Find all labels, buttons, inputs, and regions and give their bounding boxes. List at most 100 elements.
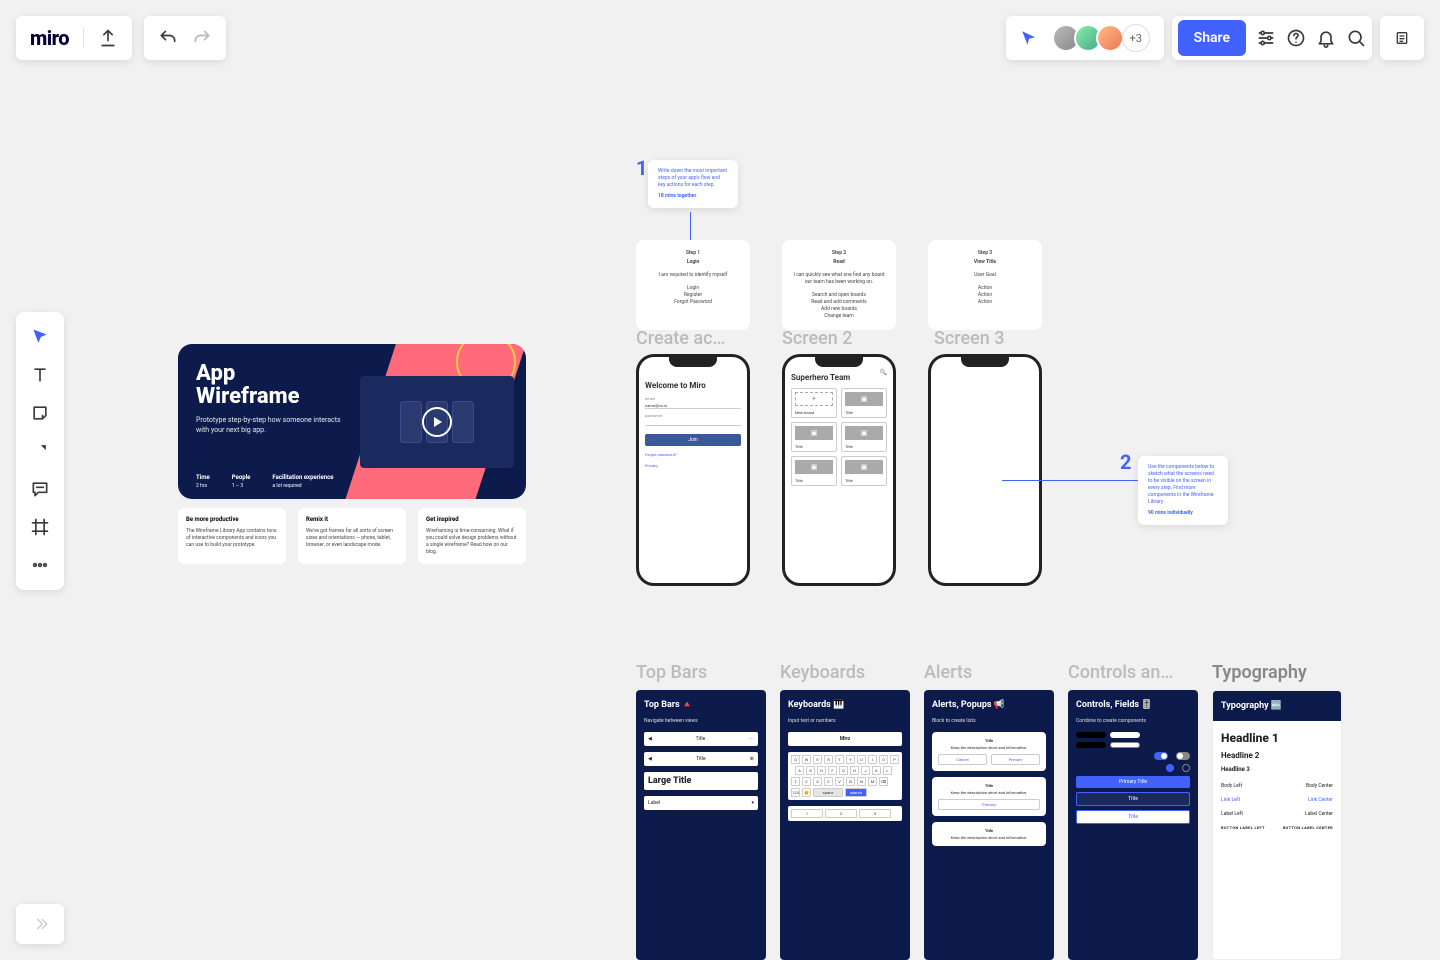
divider (83, 27, 84, 49)
intro-card[interactable]: Be more productiveThe Wireframe Library … (178, 508, 286, 564)
frame-label[interactable]: Create ac… (636, 328, 746, 349)
lib-topbars[interactable]: Top Bars 🔺 Navigate between views ◀Title… (636, 690, 766, 960)
collab-pill: +3 (1006, 16, 1164, 60)
frame-label[interactable]: Typography (1212, 662, 1307, 683)
history-pill (144, 16, 226, 60)
tile-item[interactable]: ▣Title (791, 422, 837, 452)
tile-item[interactable]: ▣Title (841, 422, 887, 452)
screen-title: Superhero Team (791, 373, 887, 382)
play-icon (422, 407, 452, 437)
connector-line (1002, 480, 1138, 481)
callout-text: Use the components below to sketch what … (1148, 464, 1218, 506)
hero-video[interactable] (360, 376, 514, 468)
callout-text: Write down the most important steps of y… (658, 168, 728, 189)
tool-more[interactable] (20, 546, 60, 584)
facepile[interactable]: +3 (1058, 24, 1150, 52)
search-icon[interactable] (1346, 28, 1366, 48)
tool-arrow[interactable] (20, 432, 60, 470)
help-icon[interactable] (1286, 28, 1306, 48)
phone-notch (669, 357, 717, 367)
step-cards: Step 1 Login I am required to identify m… (636, 240, 1042, 330)
frame-label[interactable]: Alerts (924, 662, 972, 683)
callout-number: 1 (636, 156, 647, 180)
screen-title: Welcome to Miro (645, 381, 741, 390)
redo-icon[interactable] (192, 28, 212, 48)
notes-button[interactable] (1380, 16, 1424, 60)
tile-item[interactable]: ▣Title (841, 388, 887, 418)
undo-icon[interactable] (158, 28, 178, 48)
wf-numpad[interactable]: 123 (788, 806, 902, 821)
email-field[interactable]: name@co.io (645, 401, 741, 409)
phone-frame-empty[interactable] (928, 354, 1042, 586)
wf-alert[interactable]: Title Keep the description short and inf… (932, 777, 1046, 816)
phone-frames: Welcome to Miro email name@co.io passwor… (636, 354, 1042, 586)
tile-item[interactable]: ▣Title (841, 456, 887, 486)
join-button[interactable]: Join (645, 434, 741, 446)
frame-label[interactable]: Top Bars (636, 662, 707, 683)
wf-button[interactable]: Title (1076, 810, 1190, 824)
frame-label[interactable]: Screen 2 (782, 328, 853, 349)
privacy-link[interactable]: Privacy (645, 463, 741, 468)
frame-label[interactable]: Keyboards (780, 662, 865, 683)
tile-item[interactable]: ▣Title (791, 456, 837, 486)
hero-subtitle: Prototype step-by-step how someone inter… (196, 416, 346, 436)
lib-alerts[interactable]: Alerts, Popups 📢 Block to create lists T… (924, 690, 1054, 960)
step-card[interactable]: Step 3 View Title User Goal Action Actio… (928, 240, 1042, 330)
forgot-link[interactable]: Forgot password? (645, 452, 741, 457)
intro-card[interactable]: Remix itWe've got frames for all sorts o… (298, 508, 406, 564)
frame-label[interactable]: Screen 3 (934, 328, 1005, 349)
notes-icon (1394, 28, 1410, 48)
export-icon[interactable] (98, 28, 118, 48)
lib-typography[interactable]: Typography 🔤 Headline 1 Headline 2 Headl… (1212, 690, 1342, 960)
hero-title: AppWireframe (196, 362, 346, 408)
canvas[interactable]: AppWireframe Prototype step-by-step how … (0, 0, 1440, 960)
miro-logo[interactable]: miro (30, 26, 69, 50)
wf-alert[interactable]: Title Keep the description short and inf… (932, 732, 1046, 771)
topbar-left: miro (16, 16, 226, 60)
wf-alert[interactable]: Title Keep the description short and inf… (932, 822, 1046, 846)
topbar-right: +3 Share (1006, 16, 1424, 60)
wf-button[interactable]: Primary Title (1076, 776, 1190, 788)
frame-label[interactable]: Controls an… (1068, 662, 1173, 683)
expand-button[interactable] (16, 904, 64, 944)
callout-cta: 18 mins together (658, 193, 728, 200)
phone-notch (961, 357, 1009, 367)
bell-icon[interactable] (1316, 28, 1336, 48)
hero-meta: Time2 hrs People1 – 3 Facilitation exper… (196, 474, 333, 489)
callout-card[interactable]: Use the components below to sketch what … (1138, 456, 1228, 525)
avatar[interactable] (1096, 24, 1124, 52)
settings-icon[interactable] (1256, 28, 1276, 48)
typo-h2: Headline 2 (1221, 751, 1333, 760)
tile-new[interactable]: +New board (791, 388, 837, 418)
step-card[interactable]: Step 1 Login I am required to identify m… (636, 240, 750, 330)
search-icon[interactable]: 🔍 (880, 369, 887, 376)
tool-frame[interactable] (20, 508, 60, 546)
tool-select[interactable] (20, 318, 60, 356)
callout-card[interactable]: Write down the most important steps of y… (648, 160, 738, 208)
tool-comment[interactable] (20, 470, 60, 508)
tool-sticky[interactable] (20, 394, 60, 432)
hero-card[interactable]: AppWireframe Prototype step-by-step how … (178, 344, 526, 499)
logo-pill: miro (16, 16, 132, 60)
typo-h3: Headline 3 (1221, 766, 1333, 773)
wf-large-title[interactable]: Large Title (644, 772, 758, 790)
tool-text[interactable] (20, 356, 60, 394)
wf-button[interactable]: Title (1076, 792, 1190, 806)
cursor-icon[interactable] (1020, 29, 1038, 47)
lib-keyboards[interactable]: Keyboards 🎹 Input text or numbers Miro Q… (780, 690, 910, 960)
intro-card[interactable]: Get inspiredWireframing is time-consumin… (418, 508, 526, 564)
wf-navbar[interactable]: Label▾ (644, 796, 758, 810)
share-button[interactable]: Share (1178, 20, 1246, 56)
toggle-on[interactable] (1154, 752, 1168, 760)
toggle-off[interactable] (1176, 752, 1190, 760)
wf-navbar[interactable]: ◀Title⊕ (644, 752, 758, 766)
step-card[interactable]: Step 2 Read I can quickly see what one f… (782, 240, 896, 330)
phone-frame[interactable]: 🔍 Superhero Team +New board ▣Title ▣Titl… (782, 354, 896, 586)
wf-keyboard[interactable]: QWERTYUIOP ASDFGHJKL ⇧ZXCVBNM⌫ 123😊space… (788, 752, 902, 800)
phone-frame[interactable]: Welcome to Miro email name@co.io passwor… (636, 354, 750, 586)
wf-navbar[interactable]: ◀Title⋯ (644, 732, 758, 746)
avatar-more[interactable]: +3 (1122, 24, 1150, 52)
password-field[interactable] (645, 418, 741, 426)
lib-controls[interactable]: Controls, Fields 🎚️ Combine to create co… (1068, 690, 1198, 960)
typo-h1: Headline 1 (1221, 731, 1333, 745)
